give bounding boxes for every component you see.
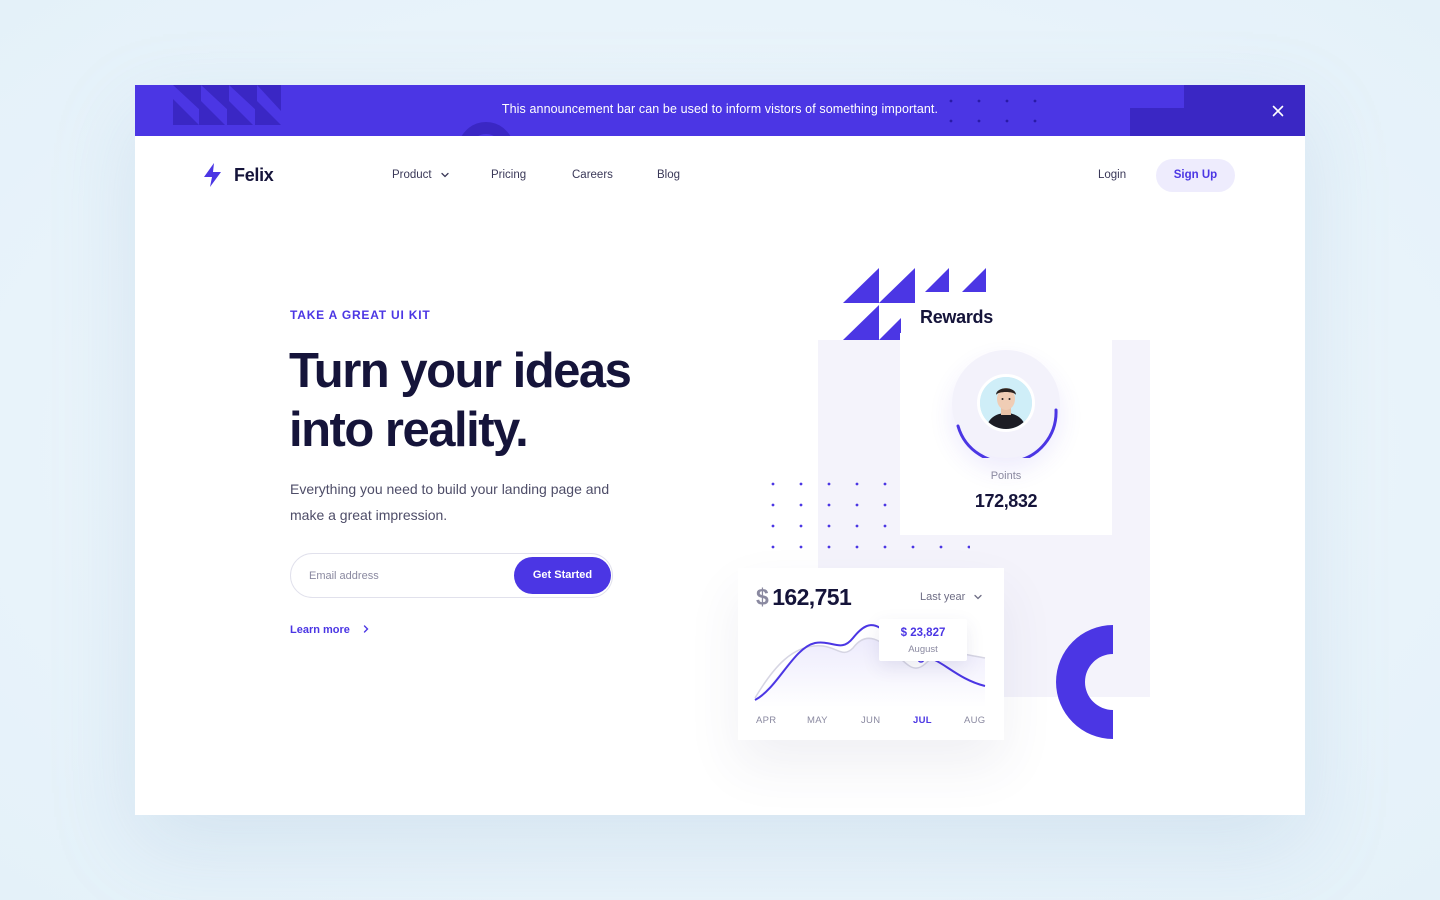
nav-pricing[interactable]: Pricing <box>491 169 526 181</box>
month-label-jun: JUN <box>861 715 881 726</box>
rewards-card: Points 172,832 <box>900 333 1112 535</box>
close-icon <box>1272 105 1284 117</box>
chart-tooltip: $ 23,827 August <box>879 619 967 661</box>
tooltip-value: $ 23,827 <box>900 627 946 639</box>
learn-more-link[interactable]: Learn more <box>290 624 369 636</box>
headline-line-1: Turn your ideas <box>289 344 632 398</box>
login-link[interactable]: Login <box>1098 169 1126 181</box>
avatar <box>977 374 1035 432</box>
headline-line-2: into reality. <box>289 403 529 457</box>
rewards-title: Rewards <box>920 307 993 327</box>
email-input[interactable] <box>309 567 499 585</box>
brand-name: Felix <box>234 164 274 185</box>
landing-page: This announcement bar can be used to inf… <box>135 85 1305 815</box>
points-label: Points <box>990 470 1022 482</box>
currency-symbol: $ <box>756 584 769 610</box>
close-button[interactable] <box>1269 102 1287 120</box>
chevron-down-icon <box>974 594 982 600</box>
lightning-bolt-icon <box>204 163 221 187</box>
points-value: 172,832 <box>974 491 1038 511</box>
announcement-text: This announcement bar can be used to inf… <box>501 102 939 116</box>
month-label-aug: AUG <box>964 715 986 726</box>
signup-button[interactable]: Sign Up <box>1156 159 1235 192</box>
stats-card: $162,751 Last year $ 23,827 August APR M… <box>738 568 1004 740</box>
month-label-may: MAY <box>807 715 828 726</box>
chevron-down-icon <box>441 172 449 178</box>
revenue-value: 162,751 <box>772 584 852 610</box>
learn-more-label: Learn more <box>290 624 350 636</box>
announcement-bar: This announcement bar can be used to inf… <box>135 85 1305 136</box>
month-label-jul: JUL <box>913 715 932 726</box>
chevron-right-icon <box>363 625 369 633</box>
triangle-cluster-decoration <box>843 268 986 340</box>
user-portrait-icon <box>980 377 1032 429</box>
period-dropdown[interactable]: Last year <box>920 591 982 603</box>
tooltip-label: August <box>908 644 938 655</box>
hero-eyebrow: TAKE A GREAT UI KIT <box>290 308 431 322</box>
brand-logo[interactable]: Felix <box>202 163 274 187</box>
get-started-button[interactable]: Get Started <box>514 557 611 594</box>
nav-blog[interactable]: Blog <box>657 169 680 181</box>
month-label-apr: APR <box>756 715 777 726</box>
half-ring-decoration <box>1056 625 1113 739</box>
nav-careers[interactable]: Careers <box>572 169 613 181</box>
period-label: Last year <box>920 591 966 603</box>
email-signup-form: Get Started <box>290 553 613 598</box>
hero-subtext: Everything you need to build your landin… <box>290 481 610 523</box>
revenue-total: $162,751 <box>756 584 852 611</box>
nav-product-label: Product <box>392 169 432 181</box>
hero-headline: Turn your ideas into reality. <box>289 342 689 460</box>
nav-product[interactable]: Product <box>392 169 449 181</box>
arc-decoration <box>458 122 514 136</box>
